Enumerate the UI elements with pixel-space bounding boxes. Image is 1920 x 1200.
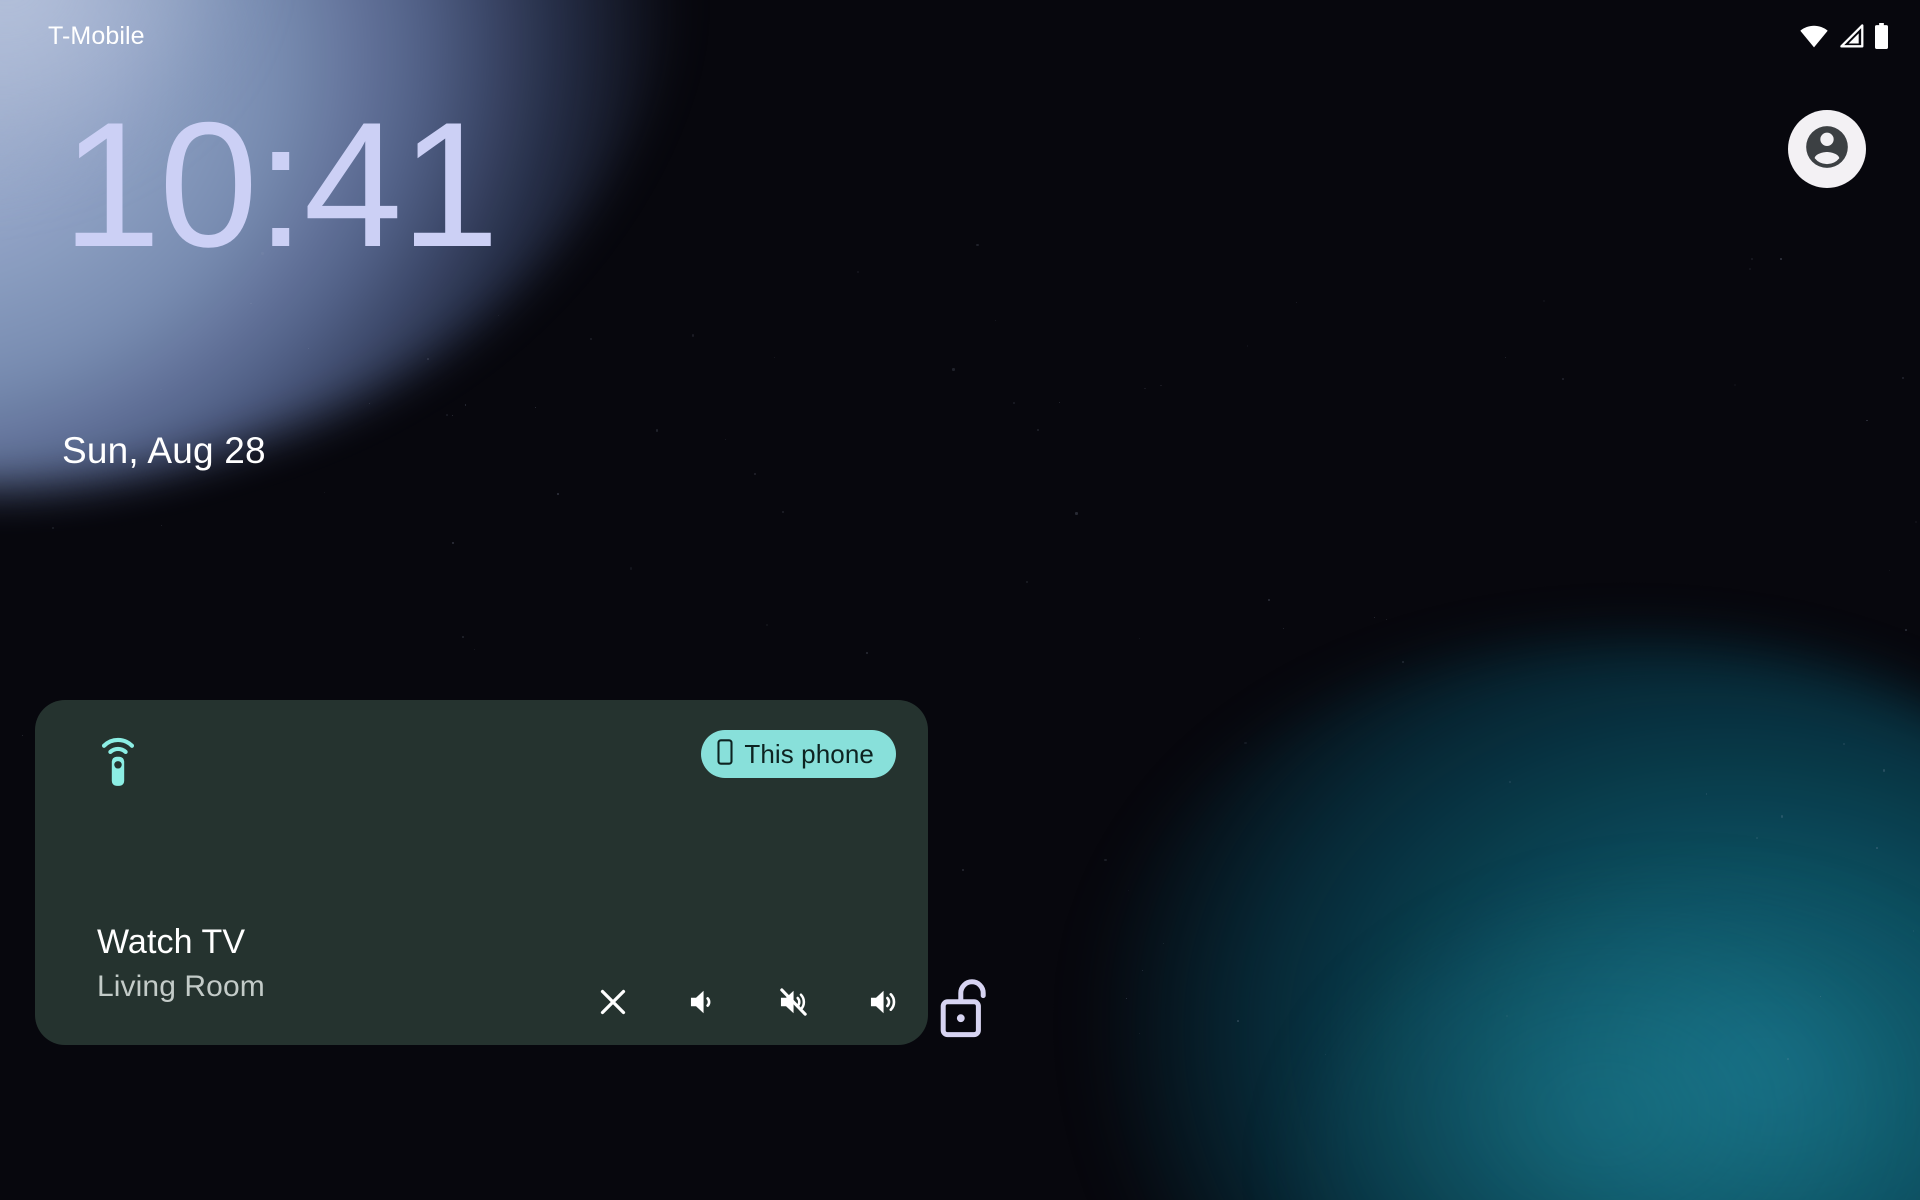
notification-card[interactable]: This phone Watch TV Living Room [35, 700, 928, 1045]
wifi-icon [1799, 24, 1829, 48]
cell-signal-icon [1837, 24, 1865, 48]
status-bar: T-Mobile [0, 0, 1920, 72]
smartphone-icon [717, 738, 733, 770]
account-circle-icon [1802, 122, 1852, 177]
lockscreen-date: Sun, Aug 28 [62, 430, 266, 471]
status-icons [1799, 23, 1890, 49]
volume-down-action-button[interactable] [678, 977, 728, 1027]
battery-icon [1873, 23, 1890, 49]
notification-subtitle: Living Room [97, 970, 265, 1003]
this-phone-chip[interactable]: This phone [701, 730, 896, 778]
account-avatar-button[interactable] [1788, 110, 1866, 188]
unlock-button[interactable] [940, 975, 996, 1041]
volume-up-action-button[interactable] [858, 977, 908, 1027]
carrier-label: T-Mobile [48, 21, 145, 50]
close-action-button[interactable] [588, 977, 638, 1027]
notification-title: Watch TV [97, 923, 246, 961]
remote-control-icon [97, 734, 139, 788]
lockscreen-clock: 10:41 [62, 85, 499, 284]
volume-mute-action-button[interactable] [768, 977, 818, 1027]
lock-screen: T-Mobile 10:41 Sun, Aug 28 This phone Wa… [0, 0, 1920, 1200]
notification-actions [588, 977, 908, 1027]
this-phone-chip-label: This phone [744, 738, 874, 769]
